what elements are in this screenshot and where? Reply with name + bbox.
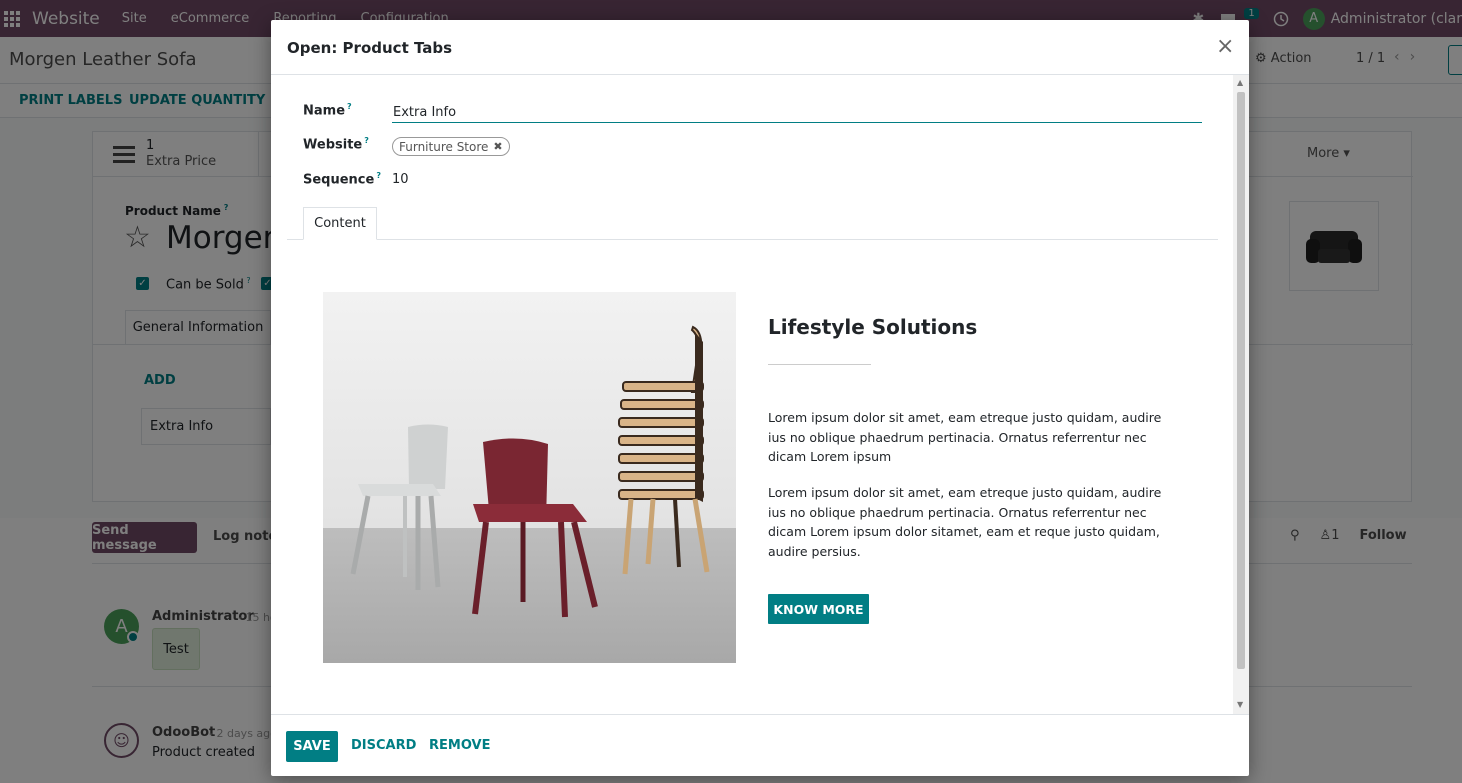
dialog-title: Open: Product Tabs bbox=[287, 39, 453, 57]
scroll-thumb[interactable] bbox=[1237, 92, 1245, 669]
snippet-paragraph-2: Lorem ipsum dolor sit amet, eam etreque … bbox=[768, 485, 1162, 559]
discard-button[interactable]: DISCARD bbox=[351, 738, 416, 753]
snippet-title: Lifestyle Solutions bbox=[768, 315, 978, 339]
dialog-header: Open: Product Tabs × bbox=[271, 20, 1249, 75]
know-more-button[interactable]: KNOW MORE bbox=[768, 594, 869, 624]
dialog-body: Name? Website? Furniture Store ✖ Sequenc… bbox=[271, 75, 1249, 714]
website-tag[interactable]: Furniture Store ✖ bbox=[392, 137, 510, 156]
chairs-image bbox=[323, 292, 736, 663]
sequence-label: Sequence? bbox=[303, 171, 381, 188]
save-button[interactable]: SAVE bbox=[286, 731, 338, 762]
website-tag-label: Furniture Store bbox=[399, 139, 489, 154]
sequence-field[interactable]: 10 bbox=[392, 172, 409, 187]
name-label: Name? bbox=[303, 102, 352, 119]
scroll-up-icon[interactable]: ▲ bbox=[1237, 78, 1243, 87]
divider bbox=[768, 364, 871, 365]
help-tooltip-icon[interactable]: ? bbox=[364, 136, 369, 145]
website-label: Website? bbox=[303, 136, 369, 153]
help-tooltip-icon[interactable]: ? bbox=[347, 102, 352, 111]
remove-button[interactable]: REMOVE bbox=[429, 738, 490, 753]
scroll-down-icon[interactable]: ▼ bbox=[1237, 700, 1243, 709]
dialog-scrollbar[interactable]: ▲ ▼ bbox=[1233, 75, 1249, 714]
help-tooltip-icon[interactable]: ? bbox=[376, 171, 381, 180]
product-tabs-dialog: Open: Product Tabs × Name? Website? Furn… bbox=[271, 20, 1249, 776]
tag-remove-icon[interactable]: ✖ bbox=[493, 140, 502, 153]
dialog-footer: SAVE DISCARD REMOVE bbox=[271, 714, 1249, 776]
close-icon[interactable]: × bbox=[1216, 36, 1234, 58]
tab-content[interactable]: Content bbox=[303, 207, 377, 240]
snippet-paragraph-1: Lorem ipsum dolor sit amet, eam etreque … bbox=[768, 410, 1162, 464]
name-input[interactable] bbox=[392, 103, 1202, 123]
